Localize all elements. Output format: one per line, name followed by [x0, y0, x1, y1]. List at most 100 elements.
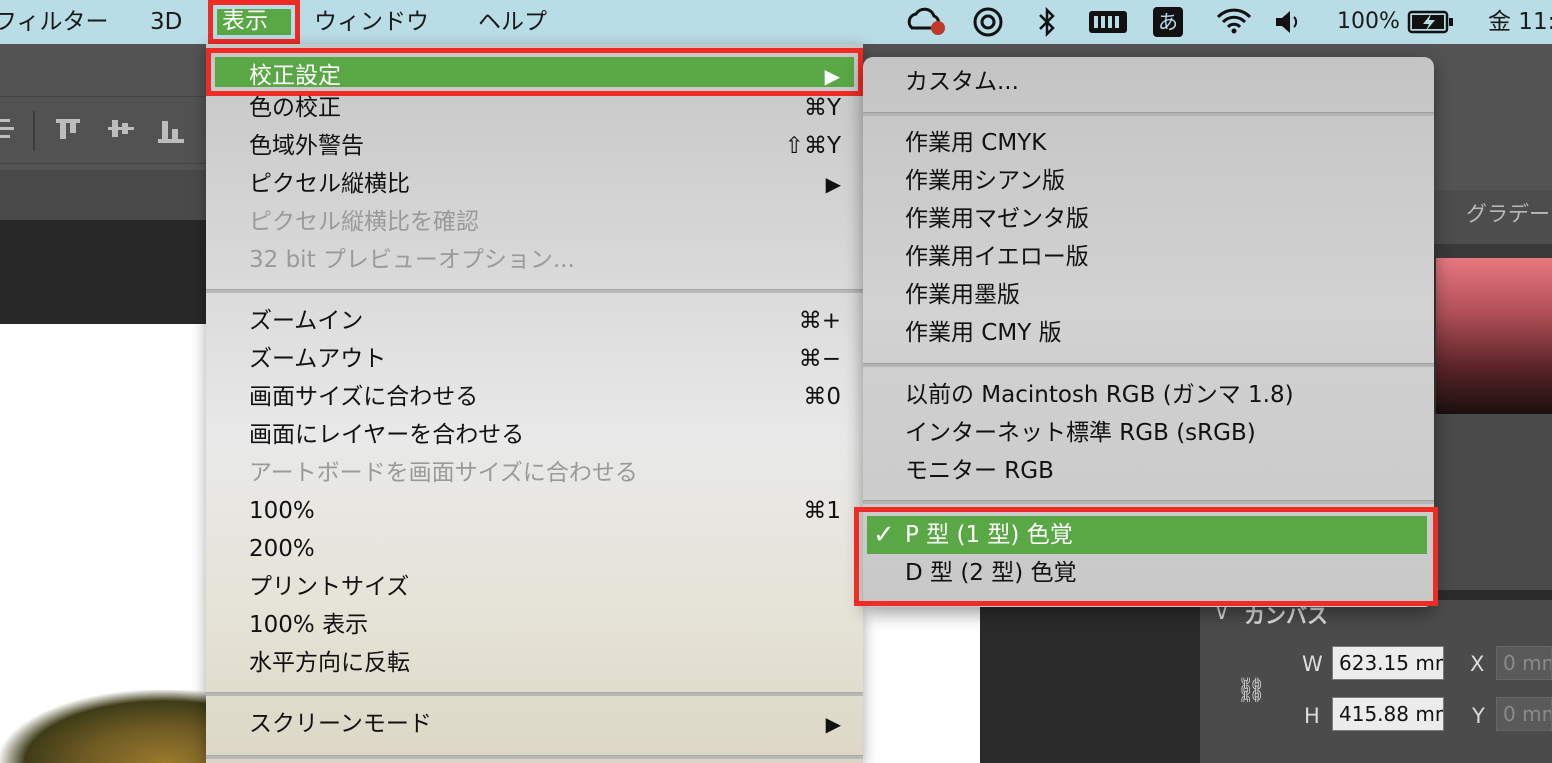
menu-3d[interactable]: 3D [150, 0, 182, 44]
menu-item-pixel-aspect-correction: ピクセル縦横比を確認 [206, 203, 863, 241]
menu-item-100-percent[interactable]: 100% ⌘1 [206, 492, 863, 530]
submenu-item-label: インターネット標準 RGB (sRGB) [905, 420, 1256, 446]
submenu-item-label: カスタム... [905, 69, 1019, 95]
menu-item-label: ピクセル縦横比 [249, 171, 410, 197]
submenu-item-label: D 型 (2 型) 色覚 [905, 560, 1077, 586]
submenu-item-label: 作業用 CMY 版 [905, 320, 1062, 346]
menu-help[interactable]: ヘルプ [478, 0, 547, 44]
x-field[interactable]: 0 mm [1496, 646, 1552, 680]
menu-item-fit-layers-on-screen[interactable]: 画面にレイヤーを合わせる [206, 416, 863, 454]
y-label: Y [1472, 704, 1485, 728]
submenu-arrow-icon: ▶ [825, 172, 841, 196]
menu-item-label: ズームアウト [249, 346, 387, 372]
menu-item-label: スクリーンモード [249, 711, 432, 737]
menu-separator [206, 692, 863, 696]
submenu-arrow-icon: ▶ [825, 712, 841, 736]
submenu-item-working-yellow[interactable]: 作業用イエロー版 [863, 238, 1434, 276]
menu-item-proof-colors[interactable]: 色の校正 ⌘Y [206, 89, 863, 127]
bluetooth-icon[interactable] [1034, 0, 1060, 44]
submenu-item-monitor-rgb[interactable]: モニター RGB [863, 452, 1434, 490]
checkmark-icon: ✓ [873, 520, 895, 550]
align-toolbar [0, 96, 210, 164]
menu-item-zoom-out[interactable]: ズームアウト ⌘− [206, 340, 863, 378]
menu-item-shortcut: ⇧⌘Y [784, 133, 841, 159]
y-field[interactable]: 0 mm [1496, 697, 1552, 731]
submenu-item-legacy-mac-rgb[interactable]: 以前の Macintosh RGB (ガンマ 1.8) [863, 376, 1434, 414]
menu-item-shortcut: ⌘0 [803, 384, 841, 410]
submenu-item-working-black[interactable]: 作業用墨版 [863, 276, 1434, 314]
submenu-item-protanopia[interactable]: ✓ P 型 (1 型) 色覚 [867, 516, 1427, 554]
menu-item-label: ズームイン [249, 308, 364, 334]
creative-cloud-icon[interactable] [904, 0, 948, 44]
clock[interactable]: 金 11: [1488, 0, 1552, 44]
menu-item-label: 200% [249, 536, 315, 562]
canvas-pasteboard [0, 220, 210, 324]
submenu-item-working-cyan[interactable]: 作業用シアン版 [863, 162, 1434, 200]
link-icon[interactable]: ⛓ [1236, 676, 1266, 704]
submenu-item-working-cmy[interactable]: 作業用 CMY 版 [863, 314, 1434, 352]
input-method-icon[interactable]: あ [1153, 0, 1183, 44]
submenu-item-srgb[interactable]: インターネット標準 RGB (sRGB) [863, 414, 1434, 452]
menu-view[interactable]: 表示 [222, 0, 268, 44]
gradient-preview [1436, 258, 1552, 414]
menu-item-label: 32 bit プレビューオプション... [249, 247, 575, 273]
height-label: H [1304, 704, 1320, 728]
volume-icon[interactable] [1272, 0, 1304, 44]
menu-item-shortcut: ⌘Y [803, 95, 841, 121]
sync-status-icon[interactable] [970, 0, 1006, 44]
submenu-item-label: モニター RGB [905, 458, 1054, 484]
menu-item-screen-mode[interactable]: スクリーンモード ▶ [206, 705, 863, 743]
submenu-item-label: 作業用シアン版 [905, 168, 1066, 194]
menu-filter[interactable]: フィルター [0, 0, 109, 44]
properties-panel: ∨ カンバス W 623.15 mm X 0 mm ⛓ H 415.88 mm … [1200, 600, 1552, 763]
menu-item-label: 色域外警告 [249, 133, 364, 159]
width-field[interactable]: 623.15 mm [1332, 646, 1444, 680]
menu-item-fit-artboard-on-screen: アートボードを画面サイズに合わせる [206, 454, 863, 492]
submenu-item-label: 以前の Macintosh RGB (ガンマ 1.8) [905, 382, 1294, 408]
view-menu-dropdown: 校正設定 ▶ 色の校正 ⌘Y 色域外警告 ⇧⌘Y ピクセル縦横比 ▶ ピクセル縦… [206, 44, 863, 763]
menu-item-label: 画面サイズに合わせる [249, 384, 479, 410]
menu-item-actual-size[interactable]: 100% 表示 [206, 606, 863, 644]
menu-separator [863, 112, 1434, 116]
battery-charging-icon[interactable] [1406, 0, 1456, 44]
menu-item-label: 色の校正 [249, 95, 341, 121]
panel-body [1434, 414, 1552, 590]
menu-item-label: 100% [249, 498, 315, 524]
x-label: X [1470, 652, 1485, 676]
submenu-item-label: 作業用墨版 [905, 282, 1020, 308]
submenu-item-deuteranopia[interactable]: D 型 (2 型) 色覚 [867, 554, 1427, 592]
menu-window[interactable]: ウィンドウ [314, 0, 429, 44]
height-field[interactable]: 415.88 mm [1332, 697, 1444, 731]
menu-item-label: 水平方向に反転 [249, 650, 410, 676]
menu-item-print-size[interactable]: プリントサイズ [206, 568, 863, 606]
width-label: W [1302, 652, 1323, 676]
submenu-item-custom[interactable]: カスタム... [863, 63, 1434, 101]
submenu-item-working-cmyk[interactable]: 作業用 CMYK [863, 124, 1434, 162]
menu-item-200-percent[interactable]: 200% [206, 530, 863, 568]
menu-item-fit-on-screen[interactable]: 画面サイズに合わせる ⌘0 [206, 378, 863, 416]
menu-item-zoom-in[interactable]: ズームイン ⌘+ [206, 302, 863, 340]
menu-item-shortcut: ⌘+ [798, 308, 841, 334]
submenu-item-working-magenta[interactable]: 作業用マゼンタ版 [863, 200, 1434, 238]
menu-bar: フィルター 3D 表示 ウィンドウ ヘルプ あ 100% 金 11: [0, 0, 1552, 44]
menu-separator [206, 289, 863, 293]
canvas-image-pineapple [0, 690, 206, 763]
submenu-item-label: 作業用マゼンタ版 [905, 206, 1089, 232]
menu-item-label: 画面にレイヤーを合わせる [249, 422, 525, 448]
menu-separator [863, 363, 1434, 367]
menu-separator [206, 755, 863, 759]
submenu-item-label: P 型 (1 型) 色覚 [905, 522, 1073, 548]
tab-gradients[interactable]: グラデー [1466, 198, 1550, 228]
menu-item-shortcut: ⌘1 [803, 498, 841, 524]
menu-item-flip-horizontal[interactable]: 水平方向に反転 [206, 644, 863, 682]
menu-item-gamut-warning[interactable]: 色域外警告 ⇧⌘Y [206, 127, 863, 165]
menu-item-label: ピクセル縦横比を確認 [249, 209, 479, 235]
memory-monitor-icon[interactable] [1086, 0, 1130, 44]
menu-item-pixel-aspect-ratio[interactable]: ピクセル縦横比 ▶ [206, 165, 863, 203]
menu-item-label: アートボードを画面サイズに合わせる [249, 460, 638, 486]
menu-item-label: プリントサイズ [249, 574, 410, 600]
menu-item-label: 100% 表示 [249, 612, 369, 638]
wifi-icon[interactable] [1212, 0, 1256, 44]
submenu-item-label: 作業用 CMYK [905, 130, 1047, 156]
menu-separator [863, 500, 1434, 504]
